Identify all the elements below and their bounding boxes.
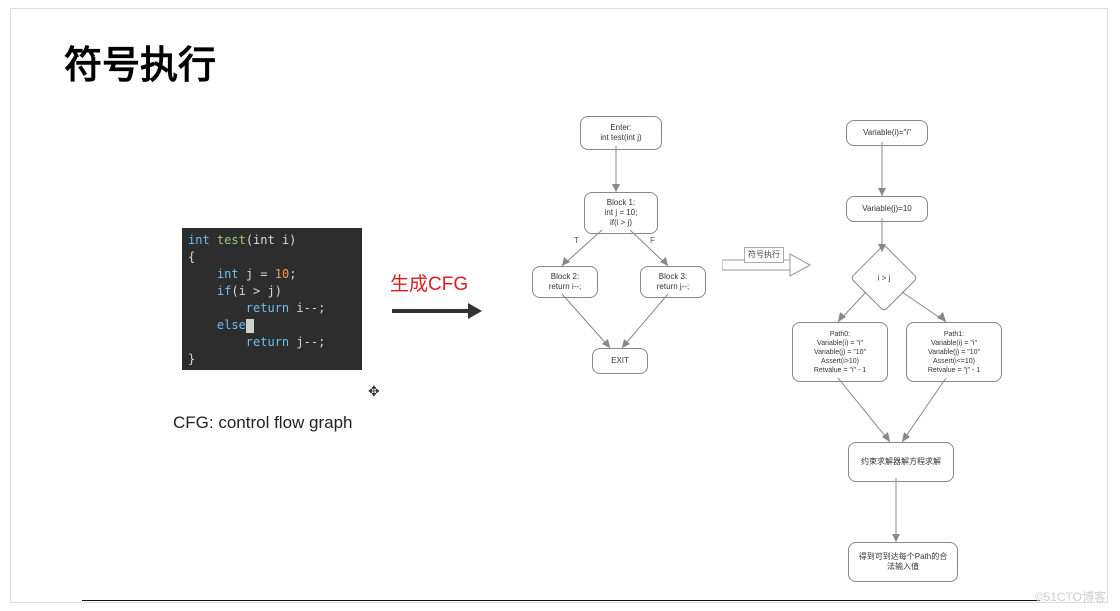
cfg-node-block2: Block 2: return i--; xyxy=(532,266,598,298)
cfg-node-block1: Block 1: int j = 10; if(i > j) xyxy=(584,192,658,234)
cfg-node-block3: Block 3: return j--; xyxy=(640,266,706,298)
sym-node-output: 得到可到达每个Path的合 法输入值 xyxy=(848,542,958,582)
sym-node-var-i: Variable(i)="i" xyxy=(846,120,928,146)
arrow2-label: 符号执行 xyxy=(744,247,784,263)
arrow-generate-cfg: 生成CFG xyxy=(390,275,482,322)
edge-label-f: F xyxy=(650,236,655,245)
arrow-symbolic-exec: 符号执行 xyxy=(722,250,812,285)
slide-frame xyxy=(10,8,1108,603)
cfg-caption: CFG: control flow graph xyxy=(173,413,353,433)
code-block: int test(int i) { int j = 10; if(i > j) … xyxy=(182,228,362,370)
footer-rule xyxy=(82,600,1040,601)
slide-title: 符号执行 xyxy=(64,34,216,89)
sym-node-var-j: Variable(j)=10 xyxy=(846,196,928,222)
sym-node-solver: 约束求解器解方程求解 xyxy=(848,442,954,482)
sym-node-path1: Path1: Variable(i) = "i" Variable(j) = "… xyxy=(906,322,1002,382)
edge-label-t: T xyxy=(574,236,579,245)
sym-node-path0: Path0: Variable(i) = "i" Variable(j) = "… xyxy=(792,322,888,382)
arrow1-label: 生成CFG xyxy=(390,275,482,294)
cfg-node-exit: EXIT xyxy=(592,348,648,374)
watermark: ©51CTO博客 xyxy=(1035,588,1106,605)
cfg-node-enter: Enter: int test(int j) xyxy=(580,116,662,150)
